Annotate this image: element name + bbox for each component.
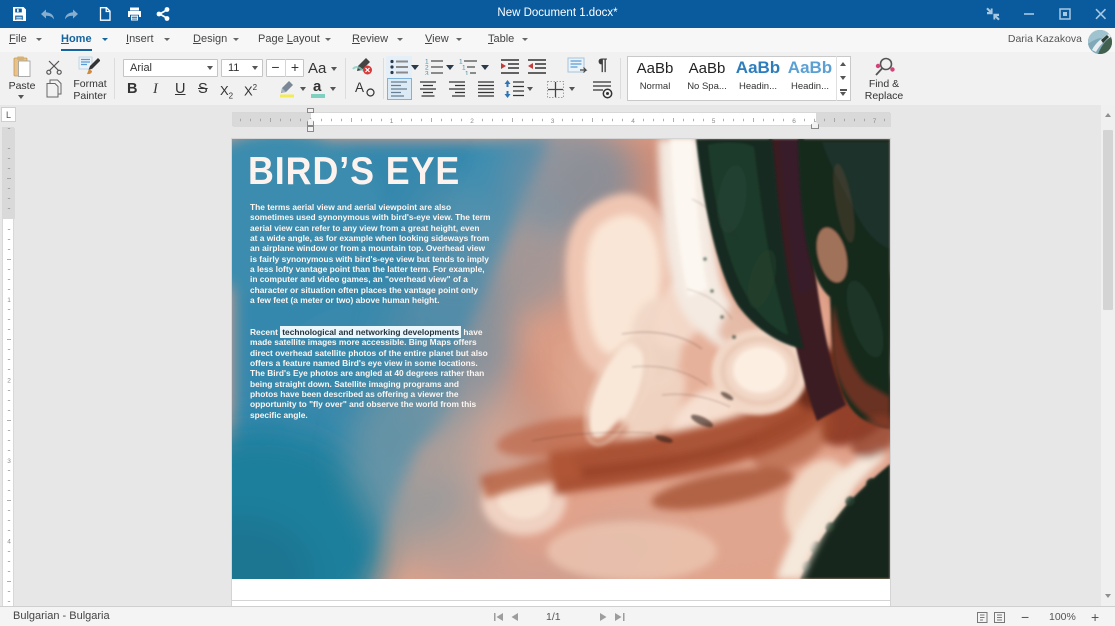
svg-text:3: 3	[7, 458, 11, 465]
svg-text:2: 2	[470, 118, 474, 125]
svg-text:4: 4	[631, 118, 635, 125]
svg-text:1: 1	[7, 297, 11, 304]
svg-text:6: 6	[792, 118, 796, 125]
svg-text:2: 2	[7, 378, 11, 385]
svg-text:3: 3	[425, 71, 429, 76]
svg-text:3: 3	[551, 118, 555, 125]
svg-text:1: 1	[465, 71, 469, 76]
svg-text:5: 5	[712, 118, 716, 125]
svg-text:4: 4	[7, 539, 11, 546]
svg-text:1: 1	[390, 118, 394, 125]
svg-text:7: 7	[873, 118, 877, 125]
